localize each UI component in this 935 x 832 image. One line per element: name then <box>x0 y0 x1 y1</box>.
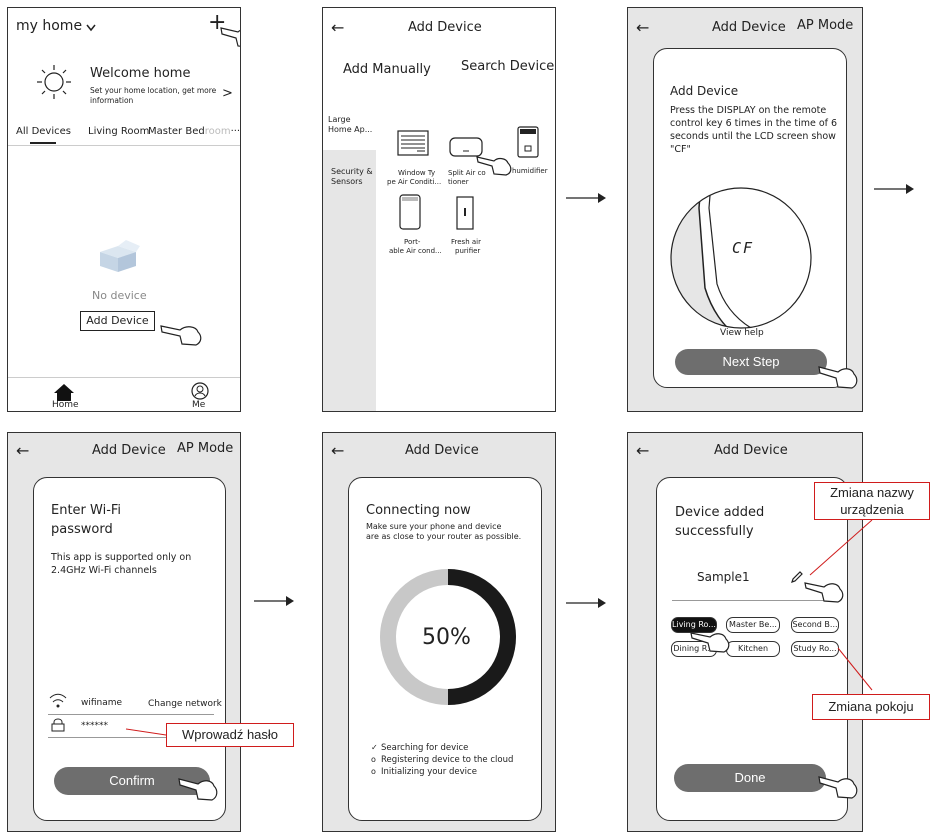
flow-arrow <box>874 184 914 194</box>
callout-leader-lines <box>809 519 873 691</box>
flow-arrow <box>566 598 606 608</box>
callout-rename-line-2: urządzenia <box>840 502 904 517</box>
flow-arrow <box>254 596 294 606</box>
callout-rename-line-1: Zmiana nazwy <box>830 485 914 500</box>
flow-arrow <box>566 193 606 203</box>
callout-change-room: Zmiana pokoju <box>812 694 930 720</box>
callout-rename-device: Zmiana nazwy urządzenia <box>814 482 930 520</box>
